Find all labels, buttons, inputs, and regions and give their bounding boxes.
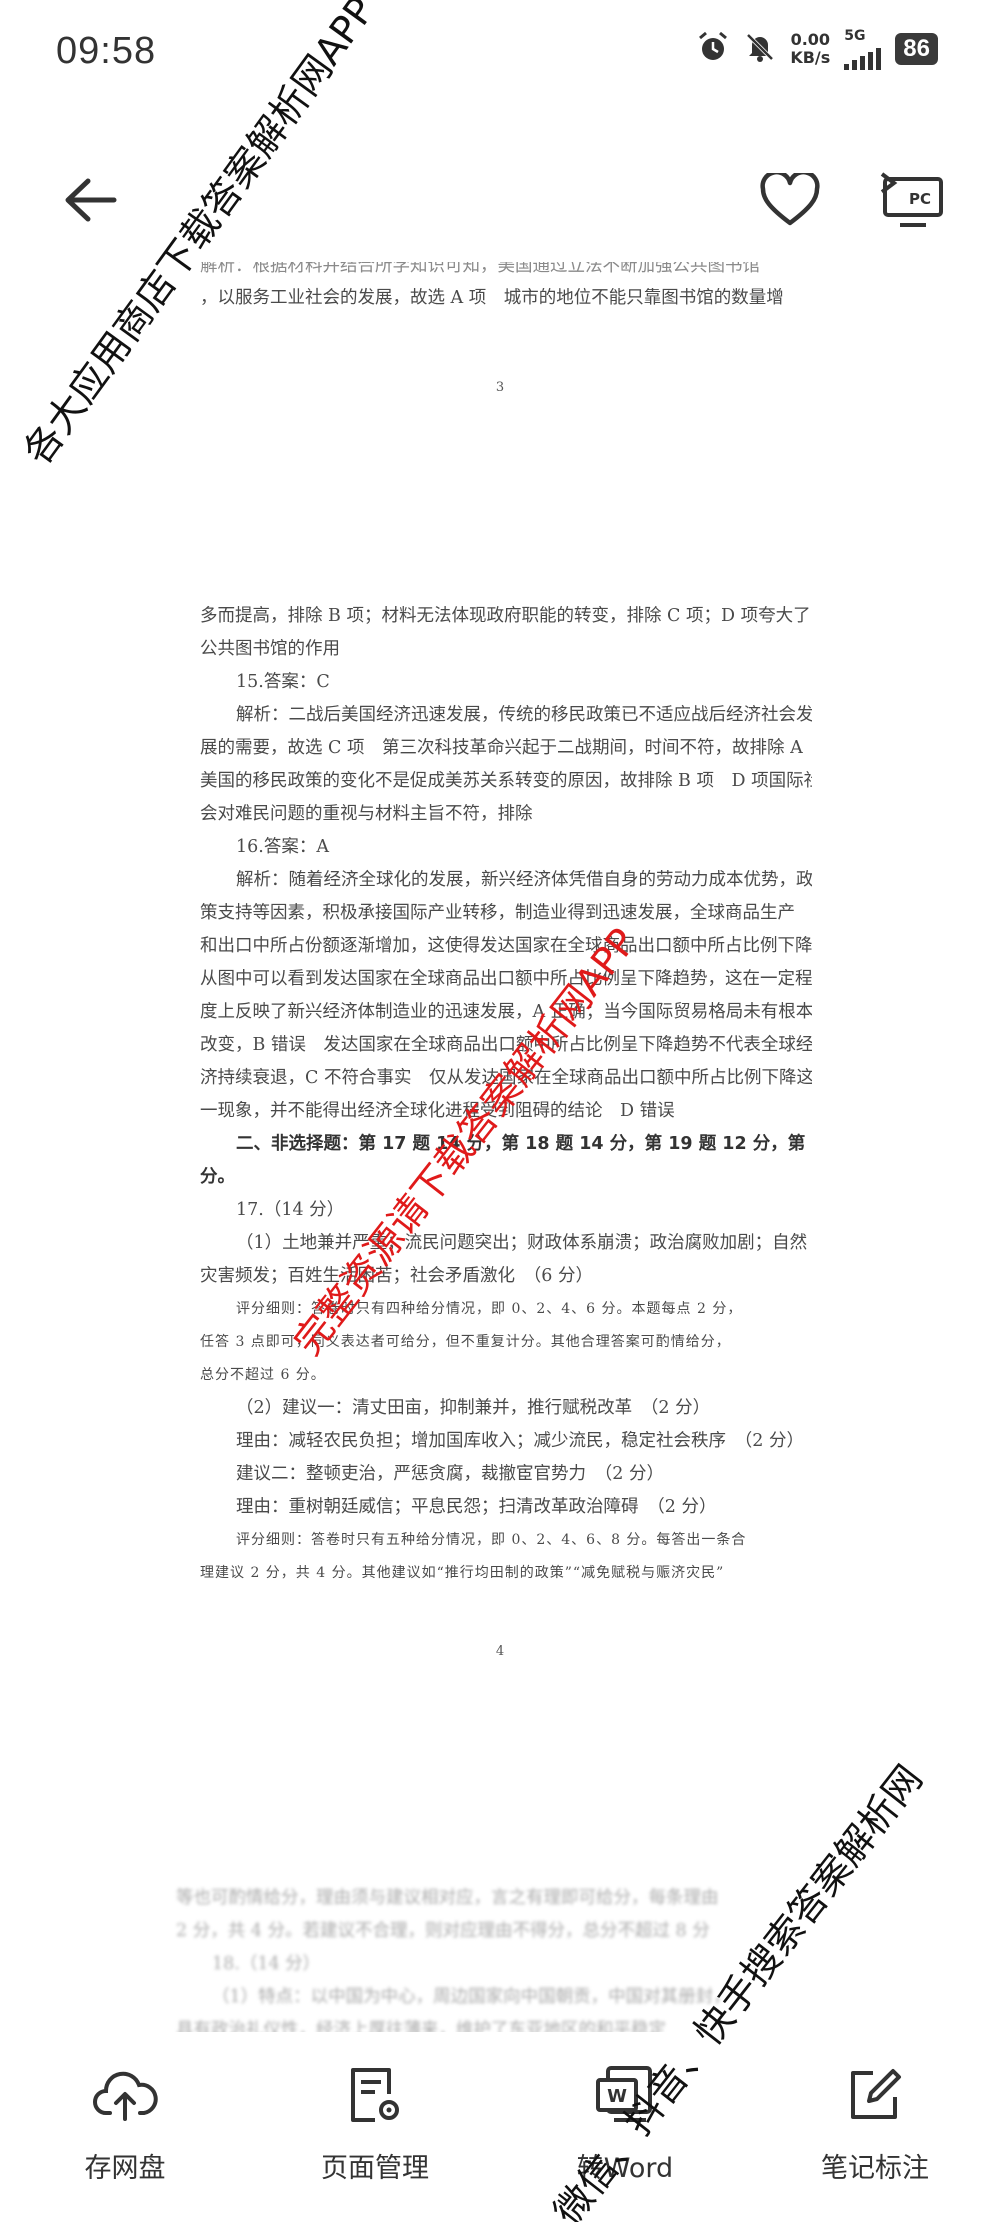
text-line: 从图中可以看到发达国家在全球商品出口额中所占比例呈下降趋势，这在一定程 bbox=[200, 969, 812, 989]
section-title: 分。 bbox=[200, 1167, 235, 1187]
text-line: 等也可酌情给分，理由须与建议相对应，言之有理即可给分，每条理由 bbox=[176, 1888, 719, 1908]
question-number: 17.（14 分） bbox=[236, 1200, 345, 1220]
text-line: （2）建议一：清丈田亩，抑制兼并，推行赋税改革 （2 分） bbox=[236, 1398, 711, 1418]
text-line: 灾害频发；百姓生活困苦；社会矛盾激化 （6 分） bbox=[200, 1266, 593, 1286]
monitor-pc-icon: PC bbox=[880, 172, 943, 227]
net-speed-value: 0.00 bbox=[790, 30, 831, 49]
net-speed: 0.00 KB/s bbox=[790, 31, 830, 67]
answer-line: 15.答案：C bbox=[236, 672, 330, 692]
mute-bell-icon bbox=[744, 31, 776, 67]
edit-note-icon bbox=[840, 2060, 910, 2130]
cut-line: 解析：根据材料并结合所学知识可知，美国通过立法不断加强公共图书馆 bbox=[200, 262, 760, 276]
page-3-bottom: 解析：根据材料并结合所学知识可知，美国通过立法不断加强公共图书馆 ，以服务工业社… bbox=[200, 262, 812, 315]
save-to-cloud-button[interactable]: 存网盘 bbox=[0, 2040, 250, 2222]
back-button[interactable] bbox=[50, 160, 130, 240]
text-line: 多而提高，排除 B 项；材料无法体现政府职能的转变，排除 C 项；D 项夸大了 bbox=[200, 606, 811, 626]
network-type: 5G bbox=[844, 28, 866, 44]
alarm-icon bbox=[696, 30, 730, 68]
battery-level: 86 bbox=[895, 33, 938, 65]
svg-text:PC: PC bbox=[909, 190, 931, 208]
text-line: 理由：重树朝廷威信；平息民怨；扫清改革政治障碍 （2 分） bbox=[236, 1497, 717, 1517]
page-management-button[interactable]: 页面管理 bbox=[250, 2040, 500, 2222]
answer-line: 16.答案：A bbox=[236, 837, 329, 857]
arrow-left-icon bbox=[65, 178, 117, 222]
page-number-4: 4 bbox=[495, 1644, 505, 1659]
top-bar: PC bbox=[0, 150, 1000, 250]
document-viewer[interactable]: 解析：根据材料并结合所学知识可知，美国通过立法不断加强公共图书馆 ，以服务工业社… bbox=[0, 262, 1000, 2032]
scoring-line: 理建议 2 分，共 4 分。其他建议如“推行均田制的政策”“减免赋税与赈济灾民” bbox=[200, 1565, 725, 1581]
tool-label: 笔记标注 bbox=[821, 2153, 929, 2184]
status-time: 09:58 bbox=[56, 30, 157, 72]
text-line: 建议二：整顿吏治，严惩贪腐，裁撤宦官势力 （2 分） bbox=[236, 1464, 664, 1484]
text-line: 解析：随着经济全球化的发展，新兴经济体凭借自身的劳动力成本优势，政 bbox=[236, 870, 812, 890]
signal-icon bbox=[844, 44, 882, 70]
open-on-pc-button[interactable]: PC bbox=[868, 160, 958, 240]
cloud-upload-icon bbox=[90, 2060, 160, 2130]
text-line: 2 分，共 4 分。若建议不合理，则对应理由不得分，总分不超过 8 分 bbox=[176, 1921, 710, 1941]
text-line: 展的需要，故选 C 项 第三次科技革命兴起于二战期间，时间不符，故排除 A bbox=[200, 738, 803, 758]
note-annotation-button[interactable]: 笔记标注 bbox=[750, 2040, 1000, 2222]
text-line: 公共图书馆的作用 bbox=[200, 639, 340, 659]
tool-label: 页面管理 bbox=[321, 2153, 429, 2184]
text-line: 度上反映了新兴经济体制造业的迅速发展，A 正确；当今国际贸易格局未有根本 bbox=[200, 1002, 812, 1022]
scoring-line: 评分细则：答卷时只有五种给分情况，即 0、2、4、6、8 分。每答出一条合 bbox=[236, 1532, 747, 1548]
text-line: 解析：二战后美国经济迅速发展，传统的移民政策已不适应战后经济社会发 bbox=[236, 705, 812, 725]
text-line: 策支持等因素，积极承接国际产业转移，制造业得到迅速发展，全球商品生产 bbox=[200, 903, 795, 923]
bottom-toolbar: 存网盘 页面管理 W 转Word 笔记标注 bbox=[0, 2040, 1000, 2222]
text-line: 理由：减轻农民负担；增加国库收入；减少流民，稳定社会秩序 （2 分） bbox=[236, 1431, 804, 1451]
page-number-3: 3 bbox=[495, 380, 505, 395]
text-line: ，以服务工业社会的发展，故选 A 项 城市的地位不能只靠图书馆的数量增 bbox=[200, 288, 784, 308]
text-line: 美国的移民政策的变化不是促成美苏关系转变的原因，故排除 B 项 D 项国际社 bbox=[200, 771, 812, 791]
net-speed-unit: KB/s bbox=[790, 48, 831, 67]
page-settings-icon bbox=[340, 2060, 410, 2130]
favorite-button[interactable] bbox=[750, 160, 830, 240]
scoring-line: 总分不超过 6 分。 bbox=[200, 1367, 326, 1383]
heart-icon bbox=[760, 173, 820, 226]
tool-label: 存网盘 bbox=[84, 2153, 166, 2184]
status-bar: 09:58 0.00 KB/s 5G 86 bbox=[0, 0, 1000, 110]
text-line: 和出口中所占份额逐渐增加，这使得发达国家在全球商品出口额中所占比例下降 bbox=[200, 936, 812, 956]
section-title: 二、非选择题：第 17 题 14 分，第 18 题 14 分，第 19 题 12… bbox=[236, 1134, 812, 1154]
text-line: 会对难民问题的重视与材料主旨不符，排除 bbox=[200, 804, 533, 824]
status-indicators: 0.00 KB/s 5G 86 bbox=[696, 28, 938, 70]
text-line: （1）土地兼并严重；流民问题突出；财政体系崩溃；政治腐败加剧；自然 bbox=[236, 1233, 808, 1253]
